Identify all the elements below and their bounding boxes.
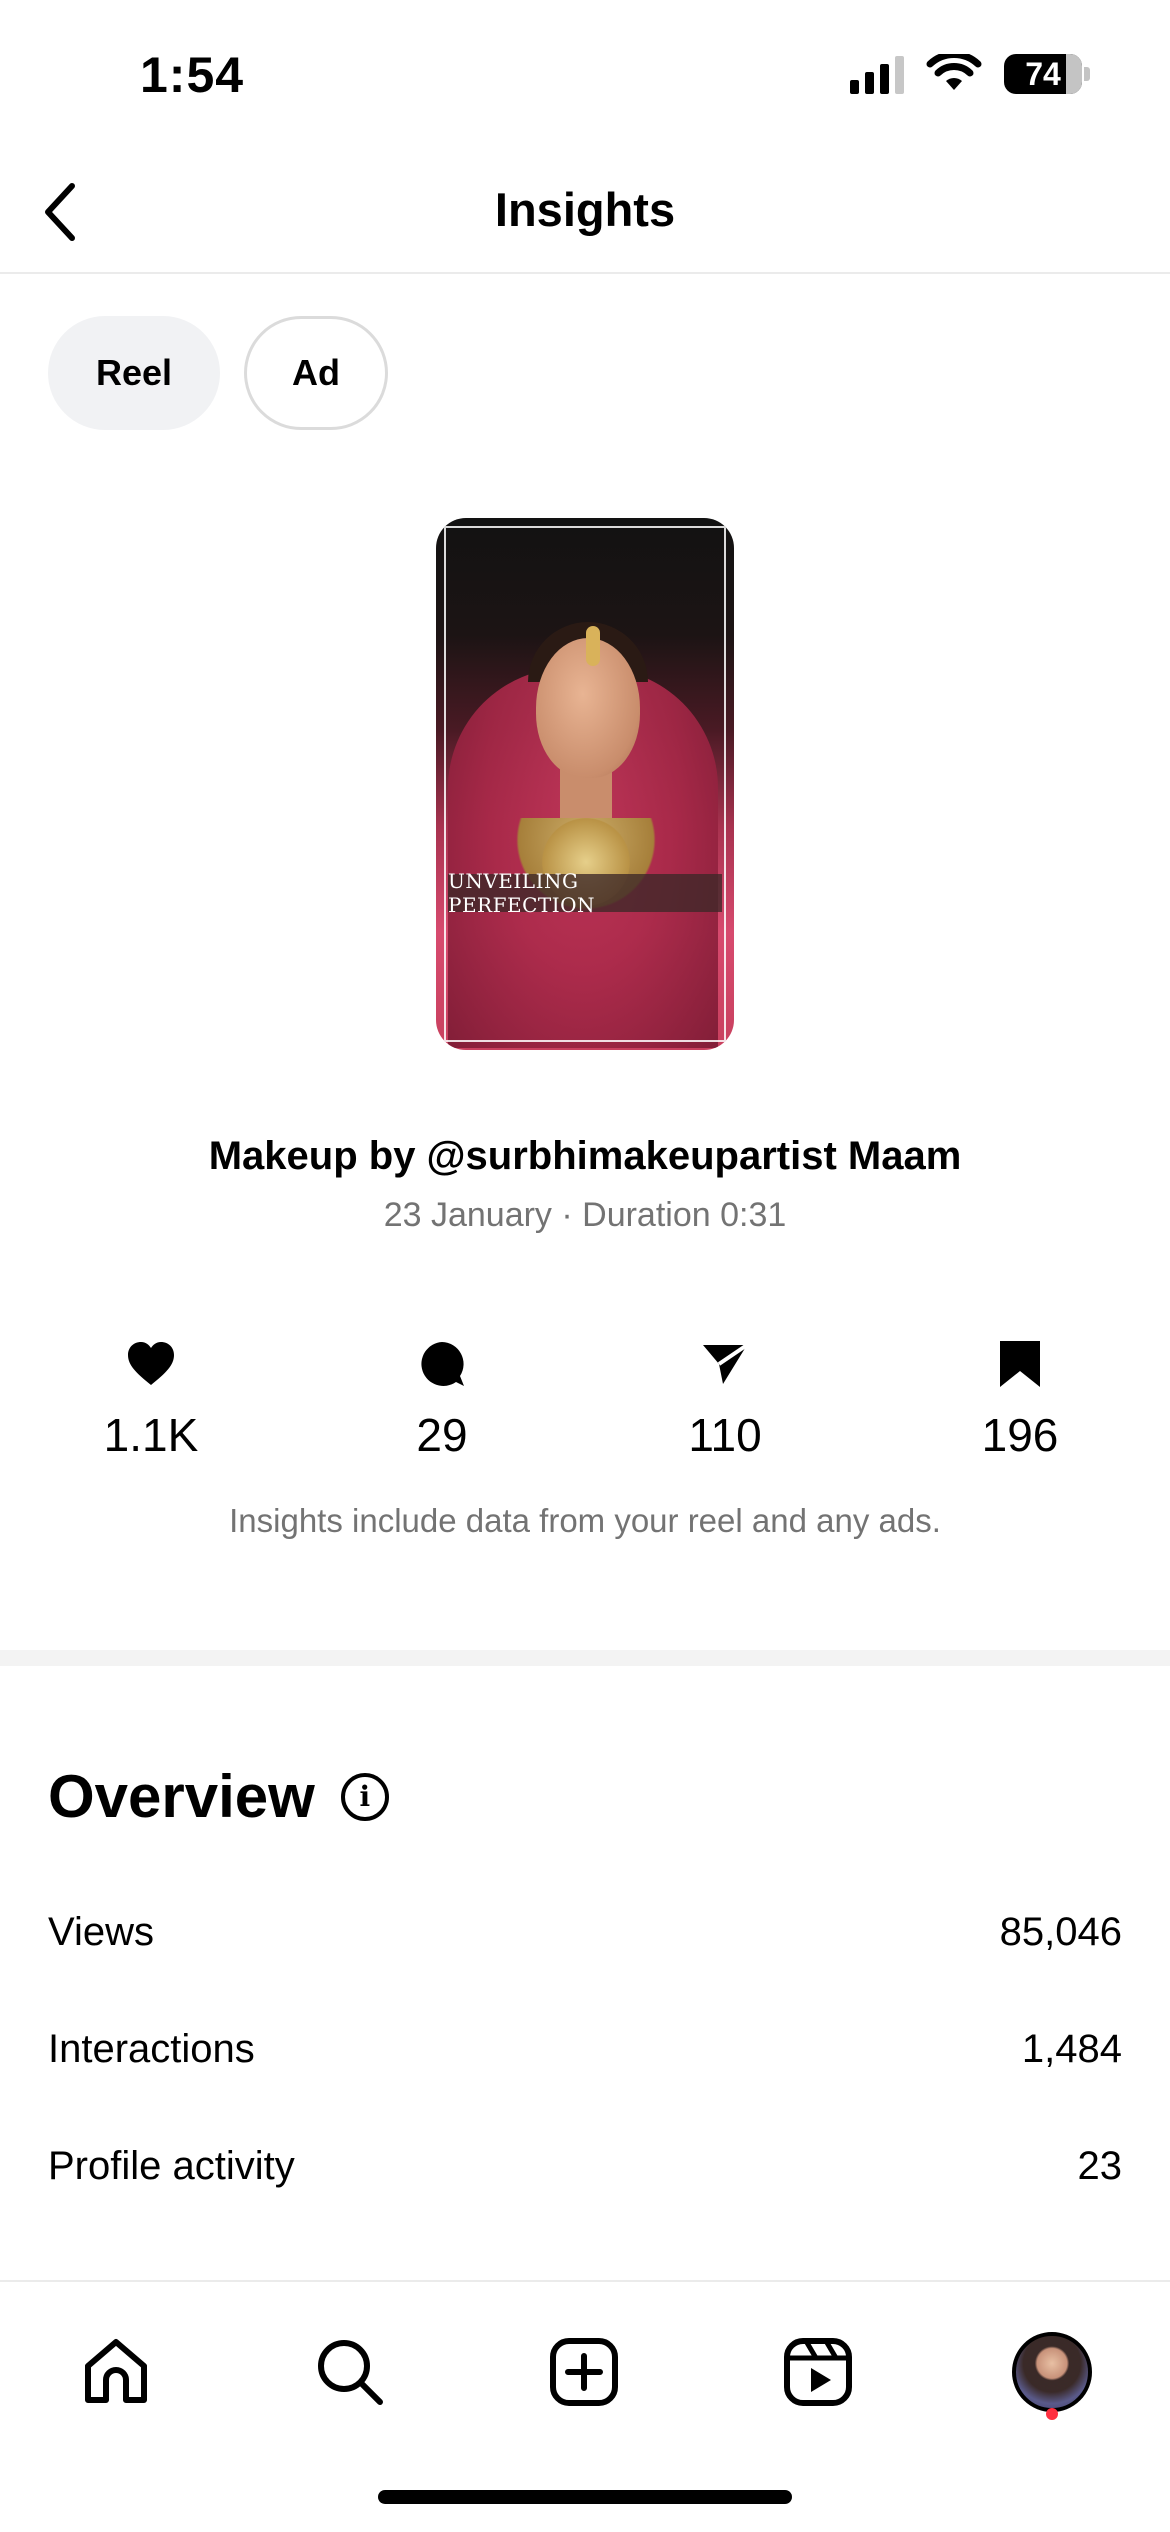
reel-meta: 23 January · Duration 0:31 (383, 1196, 787, 1234)
row-value: 85,046 (999, 1909, 1122, 1954)
profile-avatar (1012, 2332, 1092, 2412)
wifi-icon (926, 54, 982, 90)
row-label: Interactions (48, 2026, 255, 2071)
search-icon (318, 2340, 383, 2405)
row-label: Profile activity (48, 2143, 295, 2188)
nav-reels[interactable] (768, 2322, 868, 2422)
tab-ad[interactable]: Ad (244, 316, 388, 430)
heart-icon (128, 1342, 174, 1385)
row-value: 1,484 (1021, 2026, 1122, 2071)
row-label: Views (48, 1909, 154, 1954)
notification-dot (1046, 2408, 1058, 2420)
nav-profile[interactable] (1002, 2322, 1102, 2422)
content-type-tabs: Reel Ad (48, 316, 388, 430)
status-bar: 1:54 74 (0, 0, 1170, 150)
status-time: 1:54 (140, 47, 245, 103)
stat-saves: 196 (920, 1336, 1120, 1462)
overview-row-interactions[interactable]: Interactions 1,484 (48, 2019, 1122, 2079)
create-icon (550, 2338, 618, 2406)
header: Insights (0, 150, 1170, 274)
engagement-stats: 1.1K 29 110 196 (0, 1336, 1170, 1461)
overview-heading: Overview i (48, 1762, 389, 1831)
page-title: Insights (494, 183, 676, 236)
home-icon (85, 2339, 147, 2403)
overview-row-profile-activity[interactable]: Profile activity 23 (48, 2136, 1122, 2196)
shares-count: 110 (688, 1409, 762, 1461)
section-divider (0, 1650, 1170, 1666)
stat-comments: 29 (342, 1336, 542, 1462)
status-icons: 74 (850, 54, 1090, 94)
insights-note: Insights include data from your reel and… (229, 1502, 941, 1539)
row-value: 23 (1077, 2143, 1123, 2188)
battery-level: 74 (1025, 55, 1061, 92)
stat-shares: 110 (625, 1336, 825, 1462)
battery-icon: 74 (1004, 54, 1090, 94)
signal-icon (850, 54, 904, 94)
comment-icon (421, 1342, 464, 1386)
overview-title: Overview (48, 1763, 315, 1830)
saves-count: 196 (981, 1409, 1059, 1461)
overview-row-views[interactable]: Views 85,046 (48, 1902, 1122, 1962)
reel-title: Makeup by @surbhimakeupartist Maam (208, 1134, 962, 1178)
tab-reel[interactable]: Reel (48, 316, 220, 430)
likes-count: 1.1K (103, 1409, 199, 1461)
info-icon[interactable]: i (340, 1772, 389, 1821)
nav-create[interactable] (534, 2322, 634, 2422)
nav-search[interactable] (300, 2322, 400, 2422)
home-indicator (378, 2490, 792, 2504)
share-icon (703, 1343, 749, 1384)
reels-icon (784, 2338, 852, 2406)
comments-count: 29 (416, 1409, 468, 1461)
nav-home[interactable] (66, 2322, 166, 2422)
stat-likes: 1.1K (51, 1336, 251, 1462)
reel-thumbnail[interactable]: UNVEILING PERFECTION (436, 518, 734, 1050)
bookmark-icon (1000, 1341, 1040, 1387)
